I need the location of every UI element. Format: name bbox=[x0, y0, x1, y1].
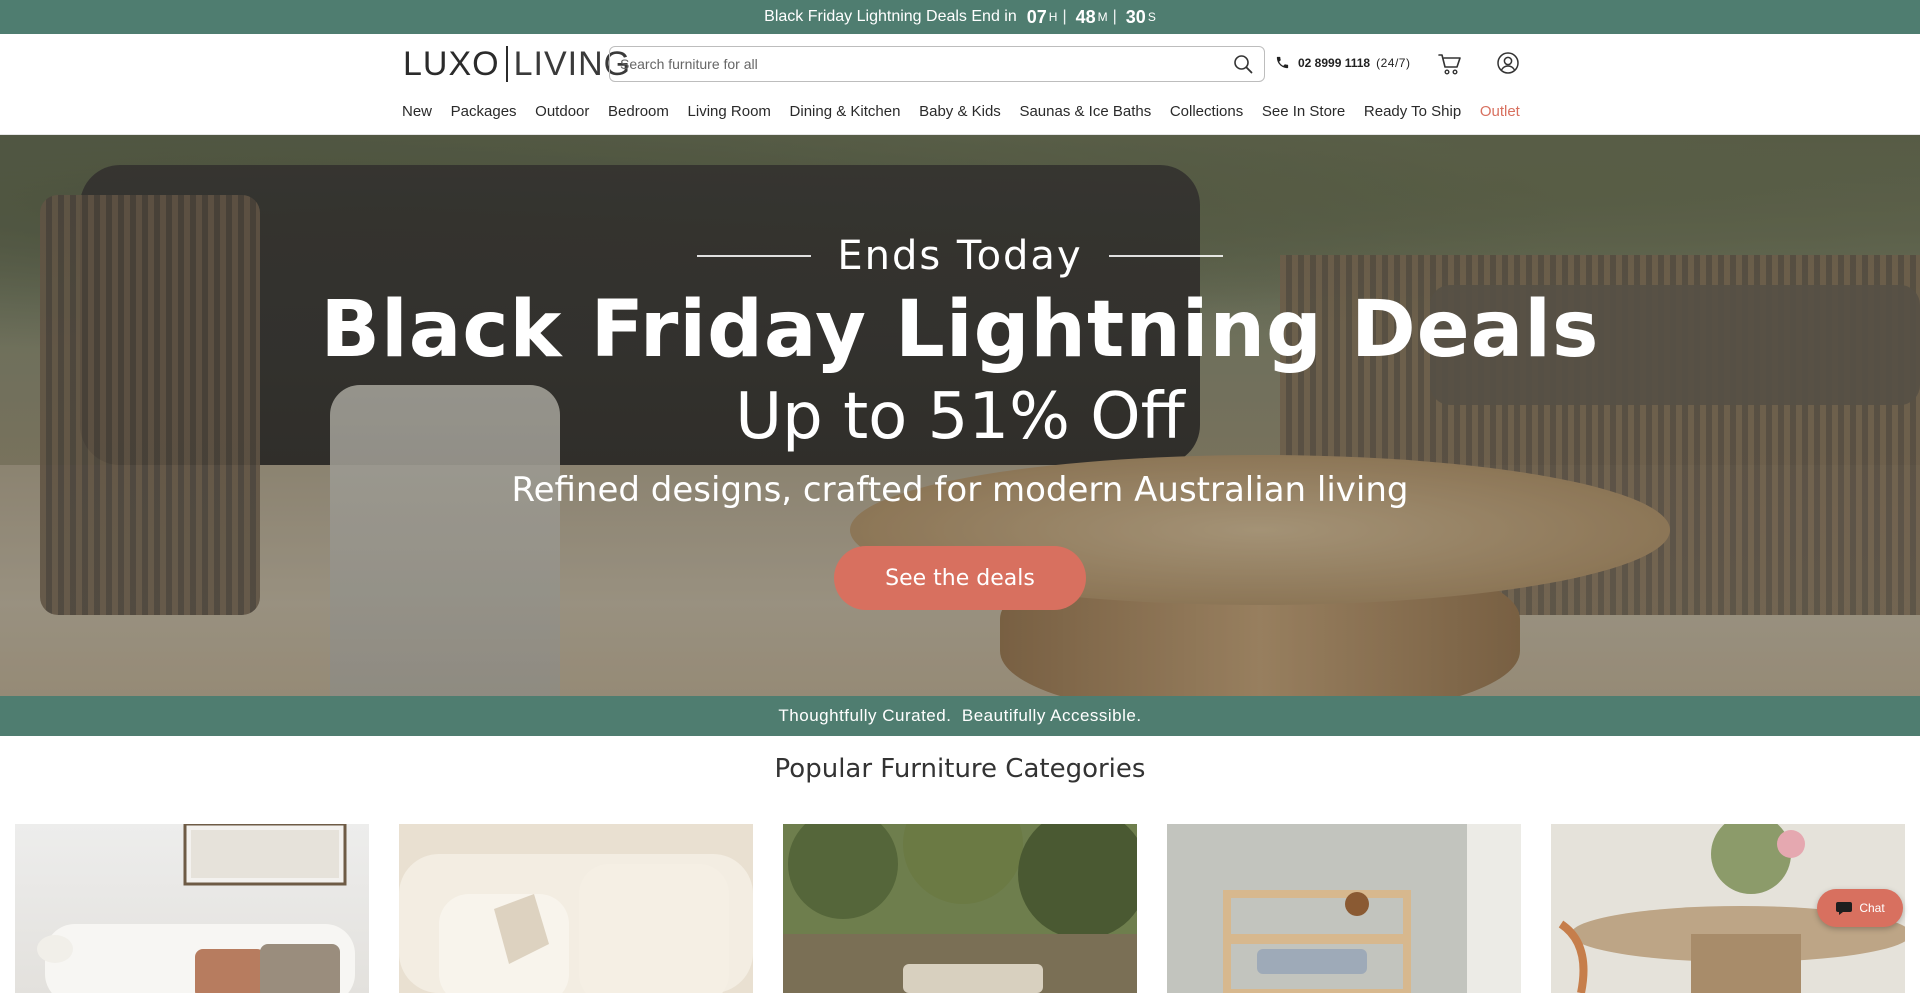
nav-item-dining-kitchen[interactable]: Dining & Kitchen bbox=[790, 103, 901, 120]
site-logo[interactable]: LUXO LIVING bbox=[403, 44, 631, 83]
category-image-bunk-bed bbox=[1167, 824, 1521, 993]
category-card-living-room[interactable] bbox=[399, 824, 753, 993]
search-bar bbox=[609, 46, 1265, 82]
main-nav: New Packages Outdoor Bedroom Living Room… bbox=[402, 97, 1520, 125]
countdown-seconds-unit: S bbox=[1147, 10, 1156, 24]
announcement-bar: Black Friday Lightning Deals End in 07 H… bbox=[0, 0, 1920, 34]
hero-eyebrow-text: Ends Today bbox=[837, 233, 1083, 279]
nav-item-new[interactable]: New bbox=[402, 103, 432, 120]
categories-title: Popular Furniture Categories bbox=[774, 754, 1146, 784]
category-card-baby-kids[interactable] bbox=[1167, 824, 1521, 993]
countdown-hours-unit: H bbox=[1048, 10, 1058, 24]
hero-banner: Ends Today Black Friday Lightning Deals … bbox=[0, 135, 1920, 696]
logo-divider bbox=[505, 46, 508, 82]
nav-item-packages[interactable]: Packages bbox=[451, 103, 517, 120]
category-image-outdoor bbox=[783, 824, 1137, 993]
hero-tagline: Refined designs, crafted for modern Aust… bbox=[511, 470, 1409, 510]
cart-icon[interactable] bbox=[1437, 51, 1463, 77]
nav-item-living-room[interactable]: Living Room bbox=[688, 103, 771, 120]
nav-item-collections[interactable]: Collections bbox=[1170, 103, 1243, 120]
category-image-bedroom bbox=[37, 824, 355, 993]
nav-item-outdoor[interactable]: Outdoor bbox=[535, 103, 589, 120]
phone-hours: (24/7) bbox=[1376, 55, 1411, 70]
chat-icon bbox=[1835, 901, 1853, 915]
search-input[interactable] bbox=[620, 56, 1232, 72]
value-strip-text: Thoughtfully Curated. Beautifully Access… bbox=[778, 706, 1142, 725]
hero-eyebrow: Ends Today bbox=[0, 233, 1920, 279]
value-strip: Thoughtfully Curated. Beautifully Access… bbox=[0, 696, 1920, 736]
nav-item-outlet[interactable]: Outlet bbox=[1480, 103, 1520, 120]
chat-label: Chat bbox=[1859, 901, 1885, 915]
logo-text-luxo: LUXO bbox=[403, 44, 500, 83]
countdown-separator: | bbox=[1112, 8, 1117, 25]
announcement-message: Black Friday Lightning Deals End in bbox=[764, 8, 1017, 25]
eyebrow-line-left bbox=[697, 255, 812, 257]
nav-item-see-in-store[interactable]: See In Store bbox=[1262, 103, 1345, 120]
see-deals-button[interactable]: See the deals bbox=[834, 546, 1086, 610]
phone-icon bbox=[1275, 55, 1290, 70]
search-icon[interactable] bbox=[1232, 53, 1254, 75]
countdown-seconds: 30 bbox=[1125, 6, 1146, 27]
countdown-minutes-unit: M bbox=[1097, 10, 1108, 24]
countdown-hours: 07 bbox=[1026, 6, 1047, 27]
nav-item-saunas-ice-baths[interactable]: Saunas & Ice Baths bbox=[1019, 103, 1151, 120]
phone-number: 02 8999 1118 bbox=[1298, 55, 1371, 70]
site-header: LUXO LIVING 02 8999 1118 (24/7) New Pack… bbox=[0, 34, 1920, 135]
hero-title: Black Friday Lightning Deals bbox=[320, 285, 1600, 375]
countdown-minutes: 48 bbox=[1075, 6, 1096, 27]
category-card-bedroom[interactable] bbox=[15, 824, 369, 993]
category-card-outdoor[interactable] bbox=[783, 824, 1137, 993]
nav-item-baby-kids[interactable]: Baby & Kids bbox=[919, 103, 1001, 120]
chat-button[interactable]: Chat bbox=[1817, 889, 1903, 927]
hero-subtitle: Up to 51% Off bbox=[735, 380, 1185, 454]
countdown-separator: | bbox=[1062, 8, 1067, 25]
category-image-sofa bbox=[399, 824, 753, 993]
user-icon[interactable] bbox=[1496, 51, 1520, 75]
nav-item-bedroom[interactable]: Bedroom bbox=[608, 103, 669, 120]
nav-item-ready-to-ship[interactable]: Ready To Ship bbox=[1364, 103, 1461, 120]
eyebrow-line-right bbox=[1108, 255, 1223, 257]
phone-link[interactable]: 02 8999 1118 (24/7) bbox=[1275, 55, 1410, 70]
